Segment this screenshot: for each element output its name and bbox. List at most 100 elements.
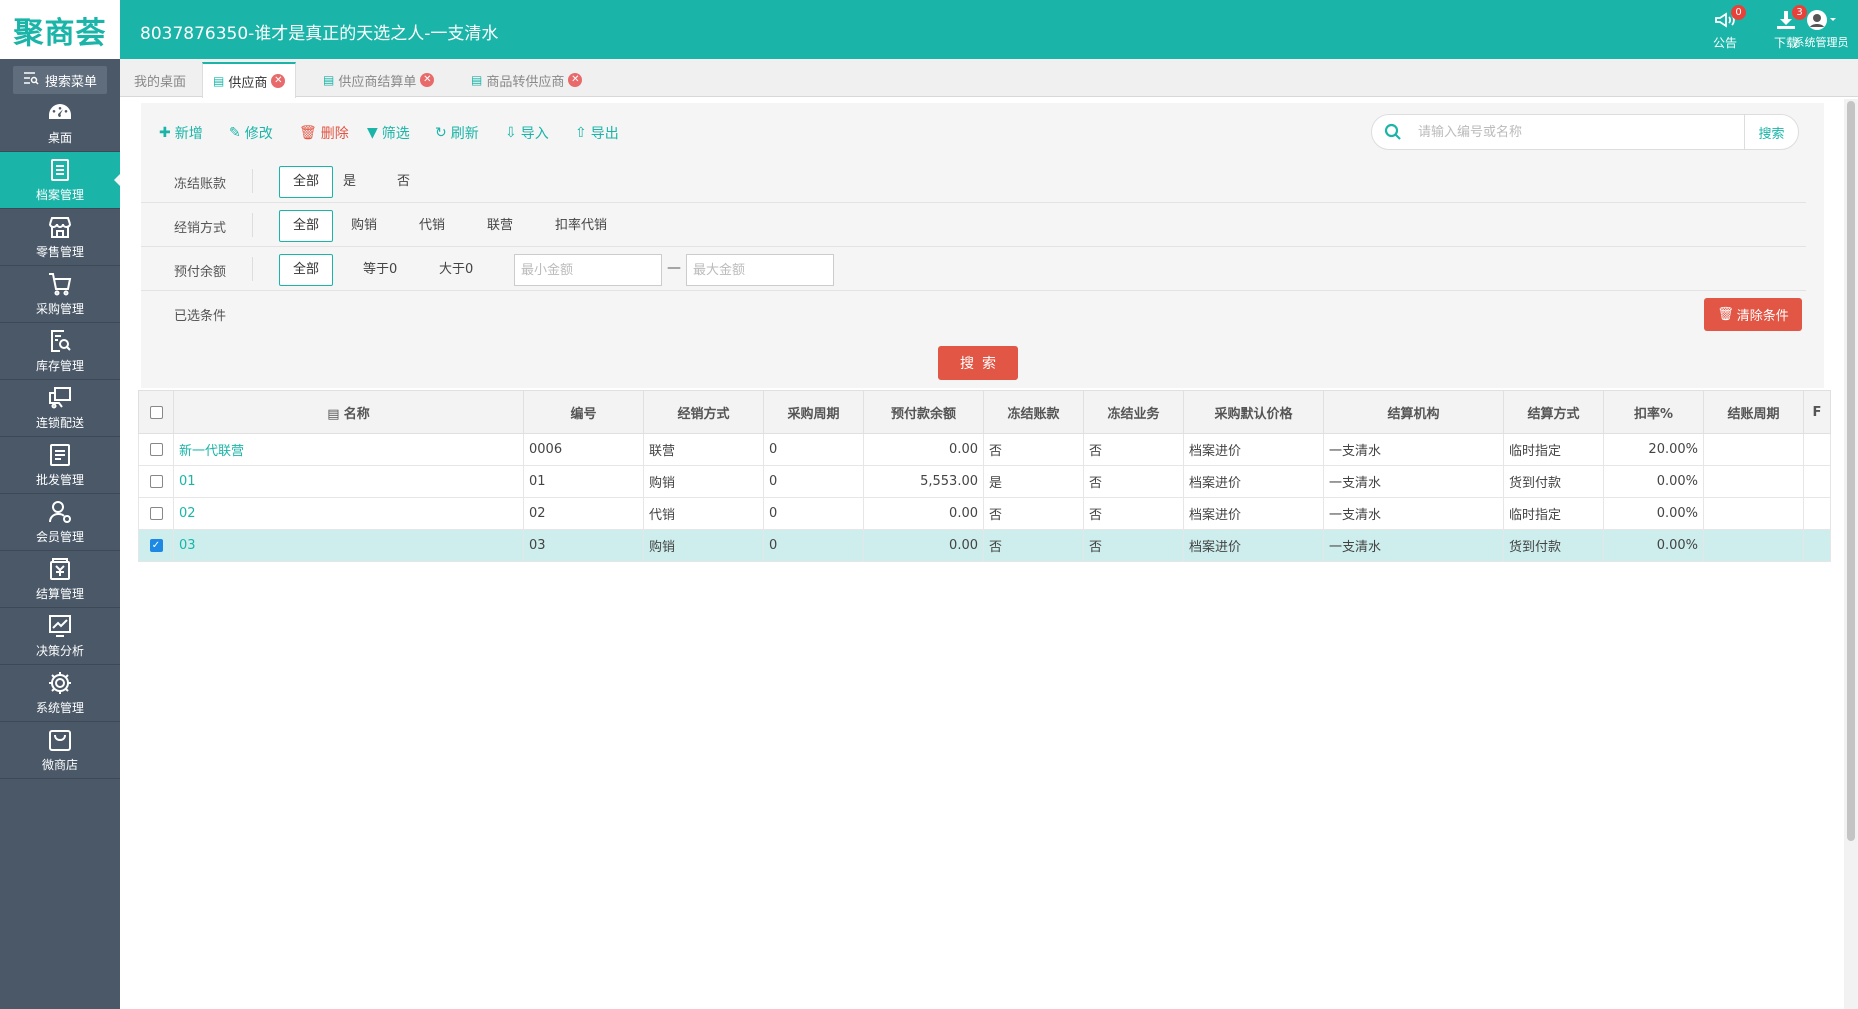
filter-button[interactable]: ▼ 筛选 bbox=[367, 123, 410, 143]
option-balance-all[interactable]: 全部 bbox=[279, 254, 334, 286]
tab-my-desktop[interactable]: 我的桌面 bbox=[123, 62, 197, 97]
clear-conditions-label: 清除条件 bbox=[1736, 309, 1789, 324]
table-row-selected[interactable]: ✓ 03 03 购销 0 0.00 否 否 档案进价 一支清水 货到付款 0.0… bbox=[138, 529, 1831, 562]
delete-button[interactable]: 🗑︎ 删除 bbox=[299, 123, 349, 143]
menu-search-button[interactable]: 搜索菜单 bbox=[13, 66, 107, 94]
row-select-cell[interactable]: ✓ bbox=[138, 529, 174, 562]
import-button[interactable]: ⇩ 导入 bbox=[505, 123, 549, 143]
select-all-checkbox[interactable] bbox=[149, 405, 163, 419]
option-mode-consignment[interactable]: 代销 bbox=[405, 210, 459, 242]
edit-button[interactable]: ✎ 修改 bbox=[229, 123, 273, 143]
brand-logo[interactable]: 聚商荟 bbox=[0, 0, 120, 59]
table-row[interactable]: 新一代联营 0006 联营 0 0.00 否 否 档案进价 一支清水 临时指定 … bbox=[138, 433, 1831, 466]
vertical-scrollbar[interactable] bbox=[1844, 99, 1858, 1009]
row-checkbox[interactable] bbox=[149, 507, 163, 520]
import-icon: ⇩ bbox=[505, 125, 517, 141]
table-row[interactable]: 01 01 购销 0 5,553.00 是 否 档案进价 一支清水 货到付款 0… bbox=[138, 465, 1831, 498]
export-label: 导出 bbox=[590, 126, 619, 142]
nav-microshop[interactable]: 微商店 bbox=[0, 722, 120, 779]
cell-cycle: 0 bbox=[763, 529, 864, 562]
column-header[interactable]: 预付款余额 bbox=[863, 390, 984, 434]
option-mode-all[interactable]: 全部 bbox=[279, 210, 334, 242]
divider bbox=[252, 213, 253, 237]
cell-balance: 0.00 bbox=[863, 497, 984, 530]
nav-system[interactable]: 系统管理 bbox=[0, 665, 120, 722]
tab-close-icon[interactable]: ✕ bbox=[568, 73, 583, 87]
nav-dashboard[interactable]: 桌面 bbox=[0, 95, 120, 152]
cell-name[interactable]: 01 bbox=[173, 465, 524, 498]
cell-name[interactable]: 02 bbox=[173, 497, 524, 530]
column-header[interactable]: 结算方式 bbox=[1503, 390, 1604, 434]
nav-member[interactable]: 会员管理 bbox=[0, 494, 120, 551]
cell-org: 一支清水 bbox=[1323, 433, 1504, 466]
column-header-name: 名称 bbox=[343, 406, 370, 422]
max-amount-input[interactable] bbox=[686, 254, 834, 286]
cell-extra bbox=[1803, 465, 1831, 498]
cell-cycle: 0 bbox=[763, 433, 864, 466]
option-freeze-all[interactable]: 全部 bbox=[279, 166, 334, 198]
table-row[interactable]: 02 02 代销 0 0.00 否 否 档案进价 一支清水 临时指定 0.00% bbox=[138, 497, 1831, 530]
nav-retail[interactable]: 零售管理 bbox=[0, 209, 120, 266]
cell-period bbox=[1703, 529, 1804, 562]
divider bbox=[252, 257, 253, 281]
cell-price: 档案进价 bbox=[1183, 529, 1324, 562]
tab-supplier[interactable]: ▤ 供应商 ✕ bbox=[202, 62, 297, 98]
nav-delivery[interactable]: 连锁配送 bbox=[0, 380, 120, 437]
filter-search-button[interactable]: 搜索 bbox=[938, 346, 1018, 380]
row-select-cell[interactable] bbox=[138, 465, 174, 498]
option-freeze-yes[interactable]: 是 bbox=[329, 166, 370, 198]
clear-conditions-button[interactable]: 🗑︎ 清除条件 bbox=[1704, 298, 1802, 331]
scrollbar-thumb[interactable] bbox=[1847, 101, 1855, 841]
column-header[interactable]: 结账周期 bbox=[1703, 390, 1804, 434]
cell-code: 01 bbox=[523, 465, 644, 498]
column-header[interactable]: 冻结业务 bbox=[1083, 390, 1184, 434]
nav-purchase[interactable]: 采购管理 bbox=[0, 266, 120, 323]
select-all-cell[interactable] bbox=[138, 390, 174, 434]
nav-wholesale[interactable]: 批发管理 bbox=[0, 437, 120, 494]
row-select-cell[interactable] bbox=[138, 497, 174, 530]
store-icon bbox=[49, 217, 71, 238]
user-menu[interactable]: 系统管理员 bbox=[1786, 8, 1856, 50]
option-mode-joint[interactable]: 联营 bbox=[473, 210, 527, 242]
tab-supplier-settlement[interactable]: ▤ 供应商结算单 ✕ bbox=[312, 62, 445, 97]
column-header[interactable]: 编号 bbox=[523, 390, 644, 434]
cell-name[interactable]: 新一代联营 bbox=[173, 433, 524, 466]
search-button[interactable]: 搜索 bbox=[1744, 115, 1798, 149]
nav-analysis[interactable]: 决策分析 bbox=[0, 608, 120, 665]
tab-close-icon[interactable]: ✕ bbox=[420, 73, 435, 87]
export-button[interactable]: ⇧ 导出 bbox=[575, 123, 619, 143]
cell-code: 02 bbox=[523, 497, 644, 530]
cell-name[interactable]: 03 bbox=[173, 529, 524, 562]
row-checkbox-checked[interactable]: ✓ bbox=[149, 539, 163, 552]
tab-close-icon[interactable]: ✕ bbox=[271, 74, 286, 88]
column-header[interactable]: 采购周期 bbox=[763, 390, 864, 434]
tab-goods-to-supplier[interactable]: ▤ 商品转供应商 ✕ bbox=[460, 62, 593, 97]
column-header[interactable]: F bbox=[1803, 390, 1831, 434]
add-button[interactable]: ✚ 新增 bbox=[159, 123, 203, 143]
option-freeze-no[interactable]: 否 bbox=[383, 166, 424, 198]
cell-code: 03 bbox=[523, 529, 644, 562]
option-balance-zero[interactable]: 等于0 bbox=[349, 254, 411, 286]
edit-icon: ✎ bbox=[229, 125, 241, 141]
wholesale-icon bbox=[50, 444, 70, 466]
column-header[interactable]: 结算机构 bbox=[1323, 390, 1504, 434]
row-checkbox[interactable] bbox=[149, 443, 163, 456]
option-mode-purchase-sale[interactable]: 购销 bbox=[337, 210, 391, 242]
option-balance-positive[interactable]: 大于0 bbox=[425, 254, 487, 286]
column-header[interactable]: 采购默认价格 bbox=[1183, 390, 1324, 434]
search-input[interactable] bbox=[1416, 121, 1736, 143]
notice-button[interactable]: 0 公告 bbox=[1698, 5, 1752, 51]
nav-settlement[interactable]: 结算管理 bbox=[0, 551, 120, 608]
nav-inventory[interactable]: 库存管理 bbox=[0, 323, 120, 380]
row-select-cell[interactable] bbox=[138, 433, 174, 466]
nav-delivery-label: 连锁配送 bbox=[35, 416, 84, 430]
column-header[interactable]: ▤ 名称 bbox=[173, 390, 524, 434]
column-header[interactable]: 经销方式 bbox=[643, 390, 764, 434]
column-header[interactable]: 扣率% bbox=[1603, 390, 1704, 434]
row-checkbox[interactable] bbox=[149, 475, 163, 488]
nav-archive[interactable]: 档案管理 bbox=[0, 152, 120, 209]
option-mode-rate-consignment[interactable]: 扣率代销 bbox=[541, 210, 621, 242]
column-header[interactable]: 冻结账款 bbox=[983, 390, 1084, 434]
min-amount-input[interactable] bbox=[514, 254, 662, 286]
refresh-button[interactable]: ↻ 刷新 bbox=[435, 123, 479, 143]
